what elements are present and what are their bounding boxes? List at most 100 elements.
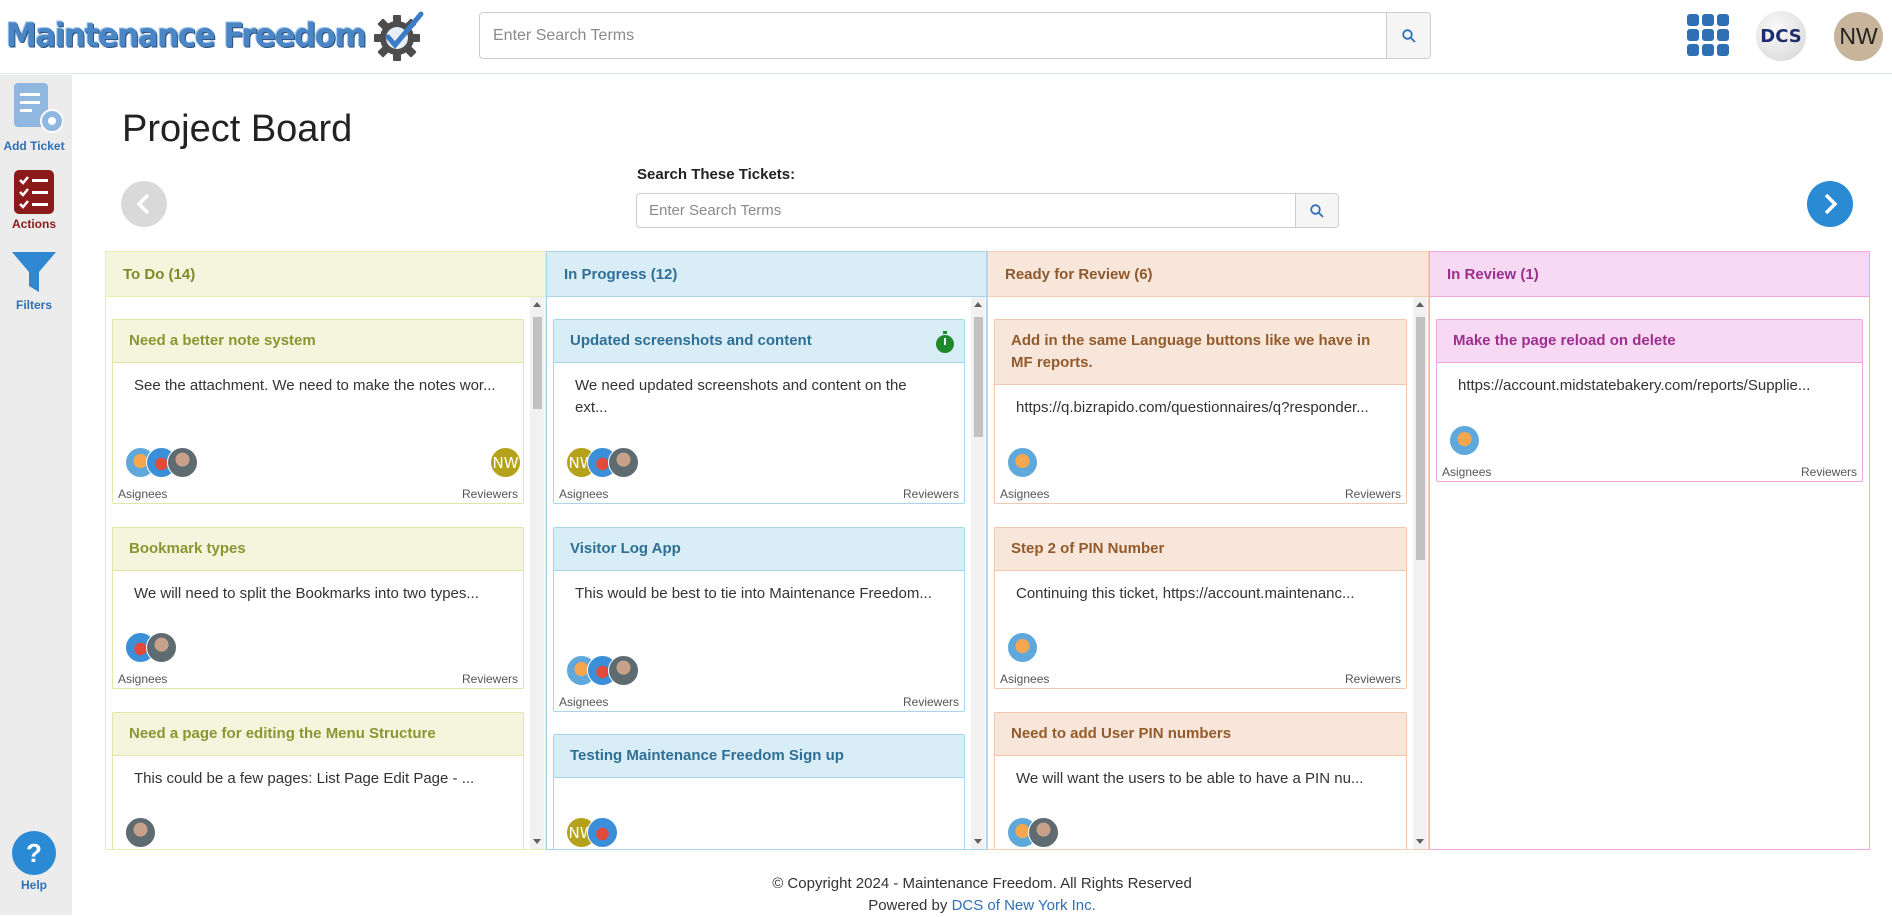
ticket-card[interactable]: Need a page for editing the Menu Structu… <box>112 712 524 849</box>
assignee-avatars <box>566 655 639 686</box>
powered-by-text: Powered by <box>868 897 948 914</box>
ticket-title[interactable]: Need to add User PIN numbers <box>995 713 1406 756</box>
card-footer: Asignees Reviewers <box>1000 487 1401 501</box>
ticket-search-label: Search These Tickets: <box>637 166 796 183</box>
scroll-up-arrow[interactable] <box>533 302 541 307</box>
ticket-title[interactable]: Bookmark types <box>113 528 523 571</box>
chevron-right-icon <box>1824 193 1838 215</box>
app-logo[interactable]: Maintenance Freedom <box>6 8 427 64</box>
scroll-down-arrow[interactable] <box>974 839 982 844</box>
avatar[interactable] <box>1028 817 1059 848</box>
ticket-title[interactable]: Step 2 of PIN Number <box>995 528 1406 571</box>
scroll-up-arrow[interactable] <box>1416 302 1424 307</box>
scroll-up-arrow[interactable] <box>974 302 982 307</box>
ticket-description: https://q.bizrapido.com/questionnaires/q… <box>1016 399 1369 416</box>
column-scrollbar[interactable] <box>971 297 985 849</box>
global-search-input[interactable] <box>480 13 1386 58</box>
column-header: Ready for Review (6) <box>988 252 1428 297</box>
powered-by-link[interactable]: DCS of New York Inc. <box>952 897 1096 914</box>
reviewers-label: Reviewers <box>461 487 518 501</box>
ticket-description: https://account.midstatebakery.com/repor… <box>1458 377 1811 394</box>
column-scrollbar[interactable] <box>1413 297 1427 849</box>
search-icon <box>1310 203 1324 218</box>
ticket-title[interactable]: Make the page reload on delete <box>1437 320 1862 363</box>
ticket-title[interactable]: Updated screenshots and content <box>554 320 964 363</box>
ticket-card[interactable]: Step 2 of PIN Number Continuing this tic… <box>994 527 1407 689</box>
sidebar-item-actions[interactable]: Actions <box>0 169 68 231</box>
avatar[interactable] <box>125 817 156 848</box>
sidebar-label-actions: Actions <box>11 217 56 231</box>
assignee-avatars <box>1007 632 1038 663</box>
avatar[interactable] <box>587 817 618 848</box>
ticket-card[interactable]: Add in the same Language buttons like we… <box>994 319 1407 504</box>
reviewer-avatar[interactable]: NW <box>490 447 521 478</box>
ticket-card[interactable]: Updated screenshots and content We need … <box>553 319 965 504</box>
assignee-avatars: NW <box>566 447 639 478</box>
card-footer: Asignees Reviewers <box>118 487 518 501</box>
timer-icon[interactable] <box>935 331 955 353</box>
ticket-card[interactable]: Need a better note system See the attach… <box>112 319 524 504</box>
assignee-avatars <box>1449 425 1480 456</box>
svg-text:?: ? <box>26 838 42 868</box>
ticket-search <box>636 193 1339 228</box>
help-icon: ? <box>12 831 56 875</box>
scroll-thumb[interactable] <box>533 317 542 409</box>
ticket-title[interactable]: Need a better note system <box>113 320 523 363</box>
ticket-card[interactable]: Visitor Log App This would be best to ti… <box>553 527 965 712</box>
card-footer: Asignees Reviewers <box>118 672 518 686</box>
ticket-description: This would be best to tie into Maintenan… <box>575 585 932 602</box>
ticket-card[interactable]: Need to add User PIN numbers We will wan… <box>994 712 1407 849</box>
reviewers-label: Reviewers <box>1344 672 1401 686</box>
ticket-card[interactable]: Testing Maintenance Freedom Sign up NW <box>553 734 965 849</box>
avatar[interactable] <box>167 447 198 478</box>
sidebar-item-add-ticket[interactable]: Add Ticket <box>0 81 68 153</box>
ticket-title[interactable]: Visitor Log App <box>554 528 964 571</box>
column-ready-for-review: Ready for Review (6) Add in the same Lan… <box>987 251 1429 850</box>
user-avatar[interactable]: NW <box>1834 12 1883 61</box>
scroll-thumb[interactable] <box>1416 317 1425 560</box>
next-page-button[interactable] <box>1807 181 1853 227</box>
column-header: To Do (14) <box>106 252 545 297</box>
column-body: Updated screenshots and content We need … <box>547 297 986 849</box>
dcs-company-icon[interactable]: DCS <box>1756 11 1806 61</box>
scroll-down-arrow[interactable] <box>533 839 541 844</box>
avatar[interactable] <box>146 632 177 663</box>
sidebar-item-filters[interactable]: Filters <box>0 250 68 312</box>
ticket-description: We will need to split the Bookmarks into… <box>134 585 479 602</box>
card-footer: Asignees Reviewers <box>1442 465 1857 479</box>
avatar[interactable] <box>1007 447 1038 478</box>
card-footer: Asignees Reviewers <box>559 487 959 501</box>
previous-page-button[interactable] <box>121 181 167 227</box>
assignees-label: Asignees <box>1000 487 1050 501</box>
global-search-button[interactable] <box>1386 13 1430 58</box>
global-search <box>479 12 1431 59</box>
chevron-left-icon <box>136 193 150 215</box>
assignee-avatars <box>1007 447 1038 478</box>
ticket-search-button[interactable] <box>1295 194 1338 227</box>
assignees-label: Asignees <box>118 672 168 686</box>
assignees-label: Asignees <box>559 487 609 501</box>
filter-funnel-icon <box>12 252 56 292</box>
ticket-title[interactable]: Add in the same Language buttons like we… <box>995 320 1406 385</box>
apps-grid-icon[interactable] <box>1687 14 1729 56</box>
avatar[interactable] <box>608 447 639 478</box>
scroll-thumb[interactable] <box>974 317 983 437</box>
card-footer: Asignees Reviewers <box>1000 672 1401 686</box>
ticket-card[interactable]: Bookmark types We will need to split the… <box>112 527 524 689</box>
ticket-card[interactable]: Make the page reload on delete https://a… <box>1436 319 1863 482</box>
avatar[interactable] <box>608 655 639 686</box>
reviewers-label: Reviewers <box>461 672 518 686</box>
scroll-down-arrow[interactable] <box>1416 839 1424 844</box>
ticket-search-input[interactable] <box>637 194 1295 227</box>
avatar[interactable] <box>1449 425 1480 456</box>
avatar[interactable] <box>1007 632 1038 663</box>
ticket-description: We will want the users to be able to hav… <box>1016 770 1364 787</box>
reviewers-label: Reviewers <box>1800 465 1857 479</box>
add-ticket-icon <box>14 83 63 133</box>
ticket-title[interactable]: Testing Maintenance Freedom Sign up <box>554 735 964 778</box>
top-bar: Maintenance Freedom DCS NW <box>0 0 1892 74</box>
column-scrollbar[interactable] <box>530 297 544 849</box>
ticket-title[interactable]: Need a page for editing the Menu Structu… <box>113 713 523 756</box>
column-header: In Progress (12) <box>547 252 986 297</box>
card-footer: Asignees Reviewers <box>559 695 959 709</box>
